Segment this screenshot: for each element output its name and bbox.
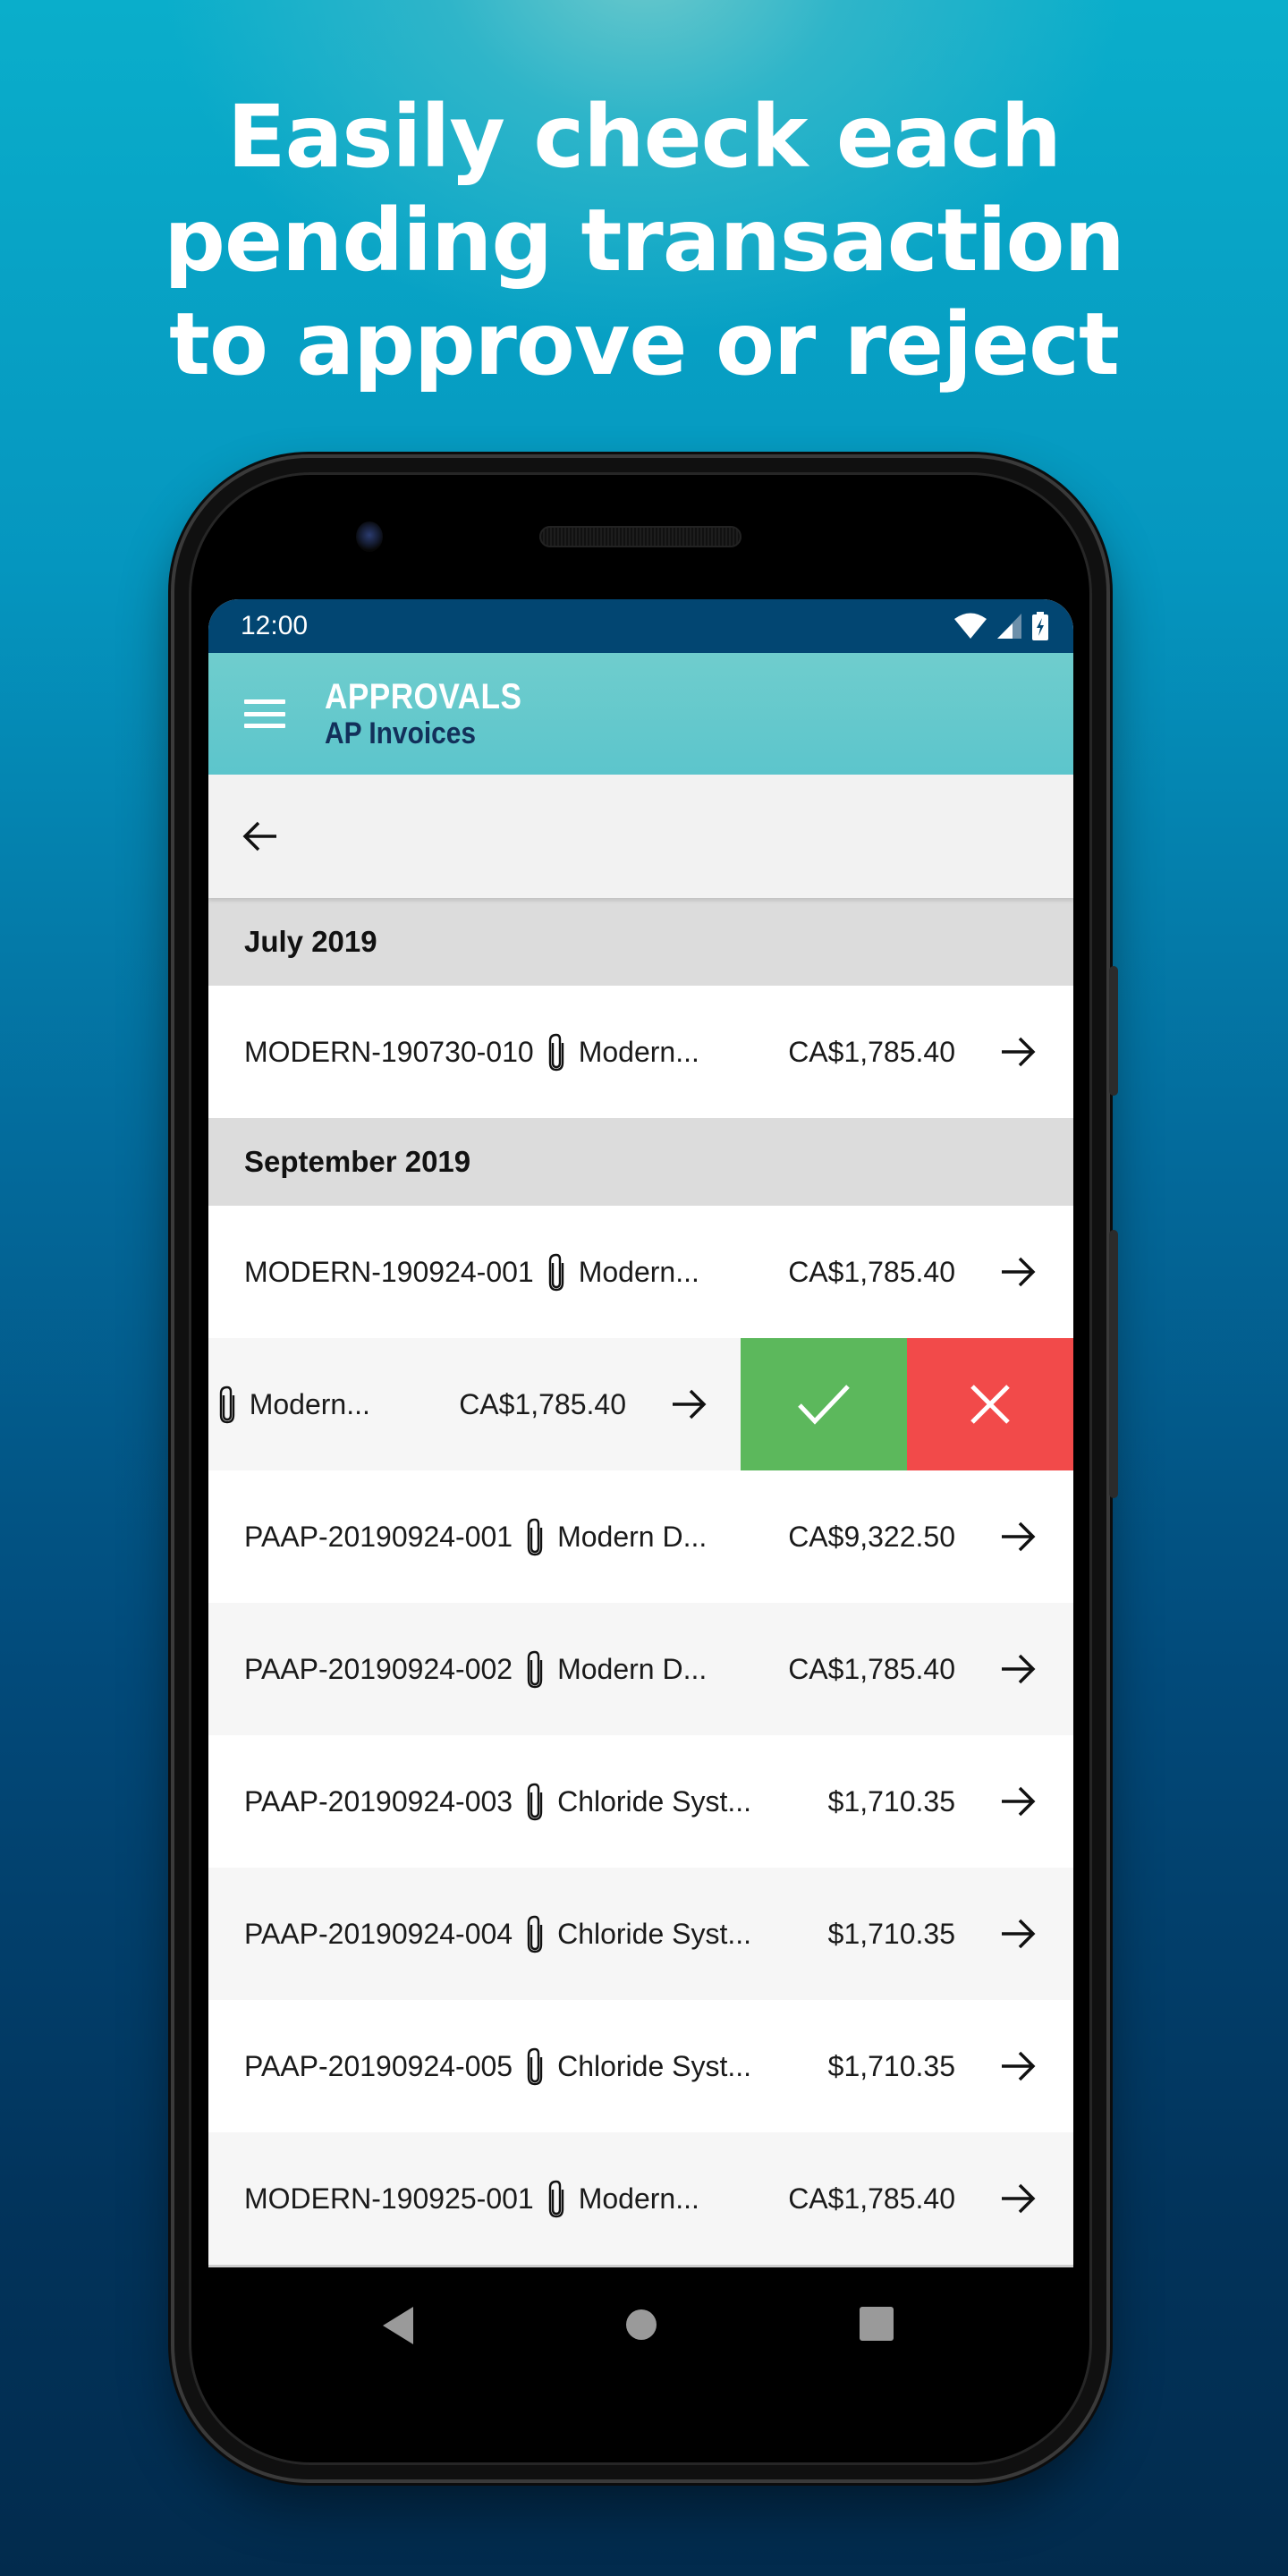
attachment-icon	[547, 1252, 566, 1292]
attachment-icon	[547, 1032, 566, 1072]
list-item[interactable]: MODERN-190924-001 Modern... CA$1,785.40	[208, 1206, 1073, 1338]
power-button	[1109, 966, 1118, 1096]
invoice-amount: CA$1,785.40	[788, 1652, 955, 1685]
back-triangle-icon[interactable]	[383, 2307, 415, 2344]
battery-charging-icon	[1032, 612, 1048, 640]
checkmark-icon	[798, 1385, 850, 1425]
arrow-right-icon[interactable]	[998, 1032, 1038, 1072]
list-item[interactable]: PAAP-20190924-005 Chloride Syst... $1,71…	[208, 2000, 1073, 2132]
close-icon	[970, 1385, 1010, 1424]
invoice-amount: $1,710.35	[827, 1784, 955, 1818]
wifi-icon	[954, 613, 987, 639]
list-item[interactable]: PAAP-20190924-003 Chloride Syst... $1,71…	[208, 1735, 1073, 1868]
section-header-september: September 2019	[208, 1118, 1073, 1206]
arrow-right-icon[interactable]	[998, 1649, 1038, 1689]
marketing-headline: Easily check each pending transaction to…	[0, 85, 1288, 396]
attachment-icon	[547, 2179, 566, 2218]
list-item[interactable]: PAAP-20190924-001 Modern D... CA$9,322.5…	[208, 1470, 1073, 1603]
invoice-id: MODERN-190925-001	[244, 2182, 534, 2215]
status-icons	[953, 612, 1048, 640]
home-circle-icon[interactable]	[625, 2309, 657, 2341]
attachment-icon	[525, 1649, 545, 1689]
arrow-right-icon[interactable]	[998, 2179, 1038, 2218]
back-button[interactable]	[241, 817, 280, 856]
list-item[interactable]: MODERN-190925-001 Modern... CA$1,785.40	[208, 2132, 1073, 2265]
toolbar	[208, 775, 1073, 898]
invoice-amount: CA$1,785.40	[788, 1035, 955, 1068]
vendor-name: Modern...	[578, 1255, 699, 1288]
invoice-id: MODERN-190924-001	[244, 1255, 534, 1288]
vendor-name: Chloride Syst...	[557, 2049, 752, 2082]
arrow-right-icon[interactable]	[998, 2046, 1038, 2086]
headline-line-2: pending transaction	[164, 191, 1125, 291]
invoice-id: PAAP-20190924-005	[244, 2049, 513, 2082]
invoice-id: PAAP-20190924-002	[244, 1652, 513, 1685]
attachment-icon	[217, 1385, 237, 1424]
attachment-icon	[525, 1782, 545, 1821]
invoice-amount: CA$1,785.40	[788, 1255, 955, 1288]
invoice-id: PAAP-20190924-004	[244, 1917, 513, 1950]
cellular-signal-icon	[997, 614, 1021, 639]
status-time: 12:00	[241, 611, 309, 640]
approve-button[interactable]	[741, 1338, 907, 1470]
attachment-icon	[525, 1914, 545, 1953]
arrow-right-icon[interactable]	[998, 1517, 1038, 1556]
earpiece-speaker	[539, 526, 741, 547]
list-item[interactable]: PAAP-20190924-002 Modern D... CA$1,785.4…	[208, 1603, 1073, 1735]
invoice-id: MODERN-190730-010	[244, 1035, 534, 1068]
volume-button	[1109, 1230, 1118, 1498]
vendor-name: Modern D...	[557, 1520, 708, 1553]
list-bottom-divider	[208, 2265, 1073, 2267]
arrow-right-icon[interactable]	[998, 1252, 1038, 1292]
hamburger-menu-icon[interactable]	[244, 699, 285, 728]
invoice-amount: $1,710.35	[827, 1917, 955, 1950]
vendor-name: Modern...	[578, 1035, 699, 1068]
invoice-amount: $1,710.35	[827, 2049, 955, 2082]
app-bar: APPROVALS AP Invoices	[208, 653, 1073, 775]
section-header-july: July 2019	[208, 898, 1073, 986]
recents-square-icon[interactable]	[860, 2307, 894, 2341]
status-bar: 12:00	[208, 599, 1073, 653]
vendor-name: Modern...	[578, 2182, 699, 2215]
list-item-swiped[interactable]: MODERN-190924-002 Modern... CA$1,785.40	[208, 1338, 1073, 1470]
arrow-left-icon	[242, 821, 276, 852]
headline-line-1: Easily check each	[227, 87, 1062, 187]
vendor-name: Modern...	[249, 1387, 370, 1420]
vendor-name: Chloride Syst...	[557, 1917, 752, 1950]
list-item[interactable]: PAAP-20190924-004 Chloride Syst... $1,71…	[208, 1868, 1073, 2000]
arrow-right-icon[interactable]	[669, 1385, 708, 1424]
app-subtitle: AP Invoices	[325, 716, 477, 750]
list-item[interactable]: MODERN-190730-010 Modern... CA$1,785.40	[208, 986, 1073, 1118]
system-nav-bar	[208, 2269, 1073, 2377]
app-title: APPROVALS	[325, 677, 522, 716]
vendor-name: Chloride Syst...	[557, 1784, 752, 1818]
invoice-id: PAAP-20190924-003	[244, 1784, 513, 1818]
invoice-amount: CA$1,785.40	[788, 2182, 955, 2215]
attachment-icon	[525, 1517, 545, 1556]
reject-button[interactable]	[907, 1338, 1073, 1470]
front-camera	[356, 521, 383, 552]
attachment-icon	[525, 2046, 545, 2086]
invoice-id: PAAP-20190924-001	[244, 1520, 513, 1553]
arrow-right-icon[interactable]	[998, 1782, 1038, 1821]
phone-screen: 12:00 APPROVALS AP Invoices July 2019 MO…	[208, 599, 1073, 2267]
invoice-amount: CA$9,322.50	[788, 1520, 955, 1553]
arrow-right-icon[interactable]	[998, 1914, 1038, 1953]
invoice-amount: CA$1,785.40	[459, 1387, 626, 1420]
vendor-name: Modern D...	[557, 1652, 708, 1685]
headline-line-3: to approve or reject	[169, 294, 1120, 394]
app-bar-titles: APPROVALS AP Invoices	[325, 677, 548, 750]
